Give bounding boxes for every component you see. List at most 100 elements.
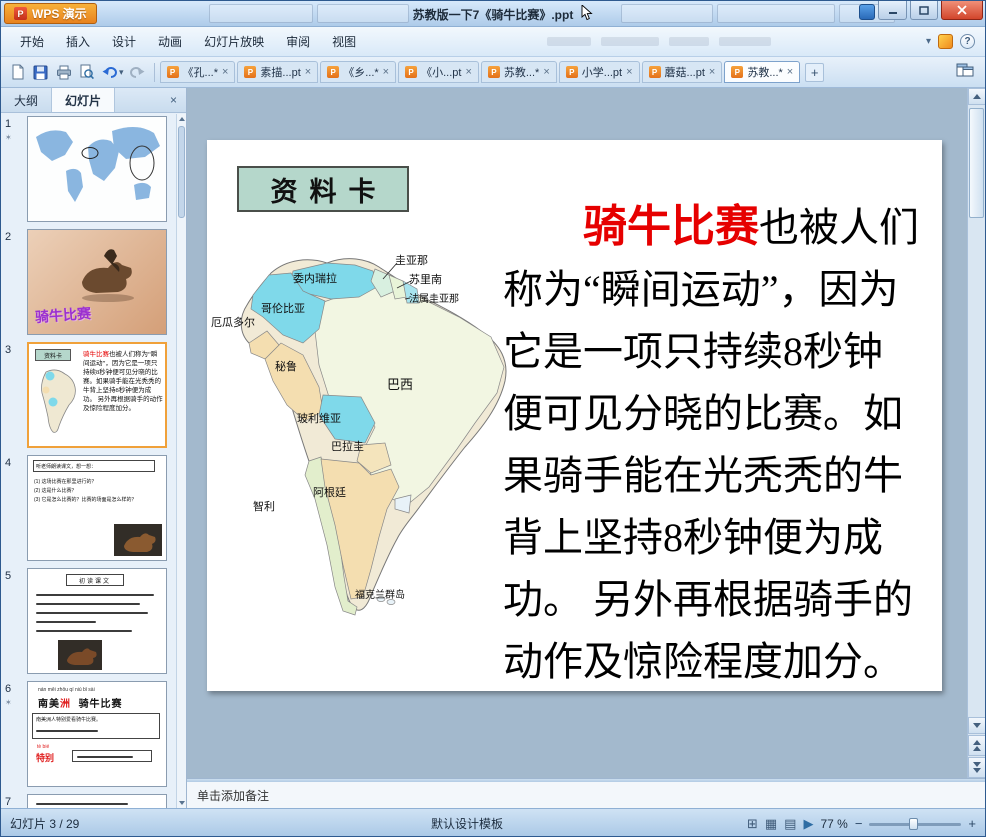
menu-item-home[interactable]: 开始: [9, 28, 55, 55]
menu-item-view[interactable]: 视图: [321, 28, 367, 55]
close-tab-icon[interactable]: ×: [626, 66, 632, 78]
new-tab-button[interactable]: +: [805, 62, 825, 82]
promo-icon[interactable]: [938, 34, 953, 49]
window-title: 苏教版一下7《骑牛比赛》.ppt: [412, 8, 574, 22]
design-template-name[interactable]: 默认设计模板: [431, 815, 503, 832]
sidebar-scrollbar[interactable]: [176, 114, 186, 808]
undo-button[interactable]: [98, 61, 121, 84]
sidebar-scrollbar-thumb[interactable]: [178, 126, 185, 218]
scroll-down-button[interactable]: [968, 717, 985, 734]
next-slide-button[interactable]: [968, 757, 985, 778]
menu-item-insert[interactable]: 插入: [55, 28, 101, 55]
scrollbar-thumb[interactable]: [969, 108, 984, 218]
save-button[interactable]: [29, 61, 52, 84]
thumbnail-row-4: 4 听老师朗读课文，想一想： (1) 这场比赛在那里进行的？ (2) 这是什么比…: [5, 455, 176, 561]
info-card-title[interactable]: 资料卡: [237, 166, 409, 212]
bull-rider-image: [82, 249, 134, 302]
slide-sorter-view-icon[interactable]: ▦: [765, 817, 777, 830]
map-label-brazil: 巴西: [387, 377, 414, 392]
doc-tab-sujiao-active[interactable]: P 苏教...* ×: [724, 61, 801, 83]
notes-placeholder[interactable]: 单击添加备注: [197, 787, 269, 804]
slideshow-icon[interactable]: ▶: [803, 817, 813, 830]
slide-canvas[interactable]: 资料卡 委内瑞拉 圭亚那 苏里南 法属圭亚那 哥伦比亚 厄瓜多尔 秘鲁 巴西 玻…: [187, 88, 967, 778]
slide-thumbnail-1[interactable]: [27, 116, 167, 222]
wps-theme-icon[interactable]: [859, 4, 875, 20]
statusbar-right-controls: ⊞ ▦ ▤ ▶ 77 % − +: [747, 816, 976, 832]
background-window-ghost: [717, 4, 835, 23]
doc-tab-sujiao-1[interactable]: P 苏教...* ×: [480, 61, 557, 83]
doc-tab-xiang[interactable]: P 《乡...* ×: [320, 61, 397, 83]
toolbar-separator: [153, 62, 155, 82]
thumb5-bull-photo: [58, 640, 102, 670]
scroll-up-button[interactable]: [968, 88, 985, 105]
zoom-slider[interactable]: [869, 816, 962, 832]
normal-view-icon[interactable]: ⊞: [747, 817, 758, 830]
zoom-in-icon[interactable]: +: [968, 816, 976, 831]
menu-item-design[interactable]: 设计: [101, 28, 147, 55]
doc-tab-mogu[interactable]: P 蘑菇...pt ×: [641, 61, 723, 83]
faded-toolbar-placeholder: [547, 37, 592, 46]
close-button[interactable]: [941, 1, 983, 20]
menu-item-slideshow[interactable]: 幻灯片放映: [193, 28, 275, 55]
undo-dropdown-icon[interactable]: ▾: [119, 67, 124, 78]
zoom-out-icon[interactable]: −: [855, 816, 863, 831]
slide-thumbnail-7[interactable]: [27, 794, 167, 808]
close-tab-icon[interactable]: ×: [709, 66, 715, 78]
slide-thumbnail-2[interactable]: 骑牛比赛: [27, 229, 167, 335]
scroll-up-icon[interactable]: [178, 117, 185, 121]
south-america-map[interactable]: 委内瑞拉 圭亚那 苏里南 法属圭亚那 哥伦比亚 厄瓜多尔 秘鲁 巴西 玻利维亚 …: [209, 246, 519, 628]
doc-tab-xiaoxue[interactable]: P 小学...pt ×: [558, 61, 640, 83]
map-label-peru: 秘鲁: [275, 361, 297, 373]
thumb4-bull-photo: [114, 524, 162, 556]
close-tab-icon[interactable]: ×: [787, 66, 793, 78]
scroll-down-icon[interactable]: [179, 801, 185, 805]
app-name-label: WPS 演示: [32, 7, 87, 21]
close-tab-icon[interactable]: ×: [465, 66, 471, 78]
print-preview-button[interactable]: [75, 61, 98, 84]
doc-tab-xiao[interactable]: P 《小...pt ×: [398, 61, 479, 83]
text-line-placeholder: [77, 756, 133, 758]
slide-number: 6: [5, 683, 12, 695]
slide-thumbnail-4[interactable]: 听老师朗读课文，想一想： (1) 这场比赛在那里进行的？ (2) 这是什么比赛？…: [27, 455, 167, 561]
redo-button[interactable]: [126, 61, 149, 84]
help-icon[interactable]: ?: [960, 34, 975, 49]
previous-slide-button[interactable]: [968, 735, 985, 756]
zoom-slider-thumb[interactable]: [909, 817, 919, 830]
close-tab-icon[interactable]: ×: [222, 66, 228, 78]
doc-tab-sumiao[interactable]: P 素描...pt ×: [237, 61, 319, 83]
close-panel-icon[interactable]: ×: [161, 88, 186, 112]
menu-item-animation[interactable]: 动画: [147, 28, 193, 55]
slide-thumbnail-3-current[interactable]: 资料卡 骑牛比赛也被人们称为“瞬间运动”，因为它是一项只持续8秒钟便可见分晓的比…: [27, 342, 167, 448]
ppt-file-icon: P: [648, 66, 661, 78]
slide-thumbnail-6[interactable]: nán měi zhōu qí niú bǐ sài 南美洲 骑牛比赛 南美洲人…: [27, 681, 167, 787]
slide-number: 7: [5, 796, 12, 808]
panel-tabs: 大纲 幻灯片 ×: [1, 88, 186, 113]
close-tab-icon[interactable]: ×: [383, 66, 389, 78]
print-button[interactable]: [52, 61, 75, 84]
main-vertical-scrollbar[interactable]: [967, 88, 985, 778]
tab-slides[interactable]: 幻灯片: [52, 88, 116, 112]
notes-splitter[interactable]: [187, 779, 985, 782]
new-file-button[interactable]: [6, 61, 29, 84]
slide-thumbnail-5[interactable]: 初读课文: [27, 568, 167, 674]
arrange-windows-icon[interactable]: [956, 63, 974, 82]
reading-view-icon[interactable]: ▤: [784, 817, 796, 830]
close-tab-icon[interactable]: ×: [305, 66, 311, 78]
faded-toolbar-placeholder: [669, 37, 710, 46]
current-slide[interactable]: 资料卡 委内瑞拉 圭亚那 苏里南 法属圭亚那 哥伦比亚 厄瓜多尔 秘鲁 巴西 玻…: [207, 140, 942, 691]
menu-item-review[interactable]: 审阅: [275, 28, 321, 55]
minimize-button[interactable]: [878, 1, 907, 20]
window-controls: [859, 1, 983, 20]
thumbnail-row-5: 5 初读课文: [5, 568, 176, 674]
app-menu-button[interactable]: P WPS 演示: [4, 3, 97, 24]
doc-tab-kong[interactable]: P 《孔...* ×: [159, 61, 236, 83]
tab-outline[interactable]: 大纲: [1, 88, 53, 112]
titlebar: P WPS 演示 苏教版一下7《骑牛比赛》.ppt: [1, 1, 985, 27]
maximize-button[interactable]: [910, 1, 938, 20]
slide-body-text[interactable]: 骑牛比赛也被人们称为“瞬间运动”，因为它是一项只持续8秒钟便可见分晓的比赛。如果…: [503, 196, 921, 693]
close-tab-icon[interactable]: ×: [543, 66, 549, 78]
notes-pane[interactable]: 单击添加备注: [187, 778, 985, 808]
background-window-ghost: [209, 4, 313, 23]
chevron-down-icon[interactable]: ▾: [926, 36, 931, 47]
slide-editor-area: 资料卡 委内瑞拉 圭亚那 苏里南 法属圭亚那 哥伦比亚 厄瓜多尔 秘鲁 巴西 玻…: [187, 88, 985, 778]
